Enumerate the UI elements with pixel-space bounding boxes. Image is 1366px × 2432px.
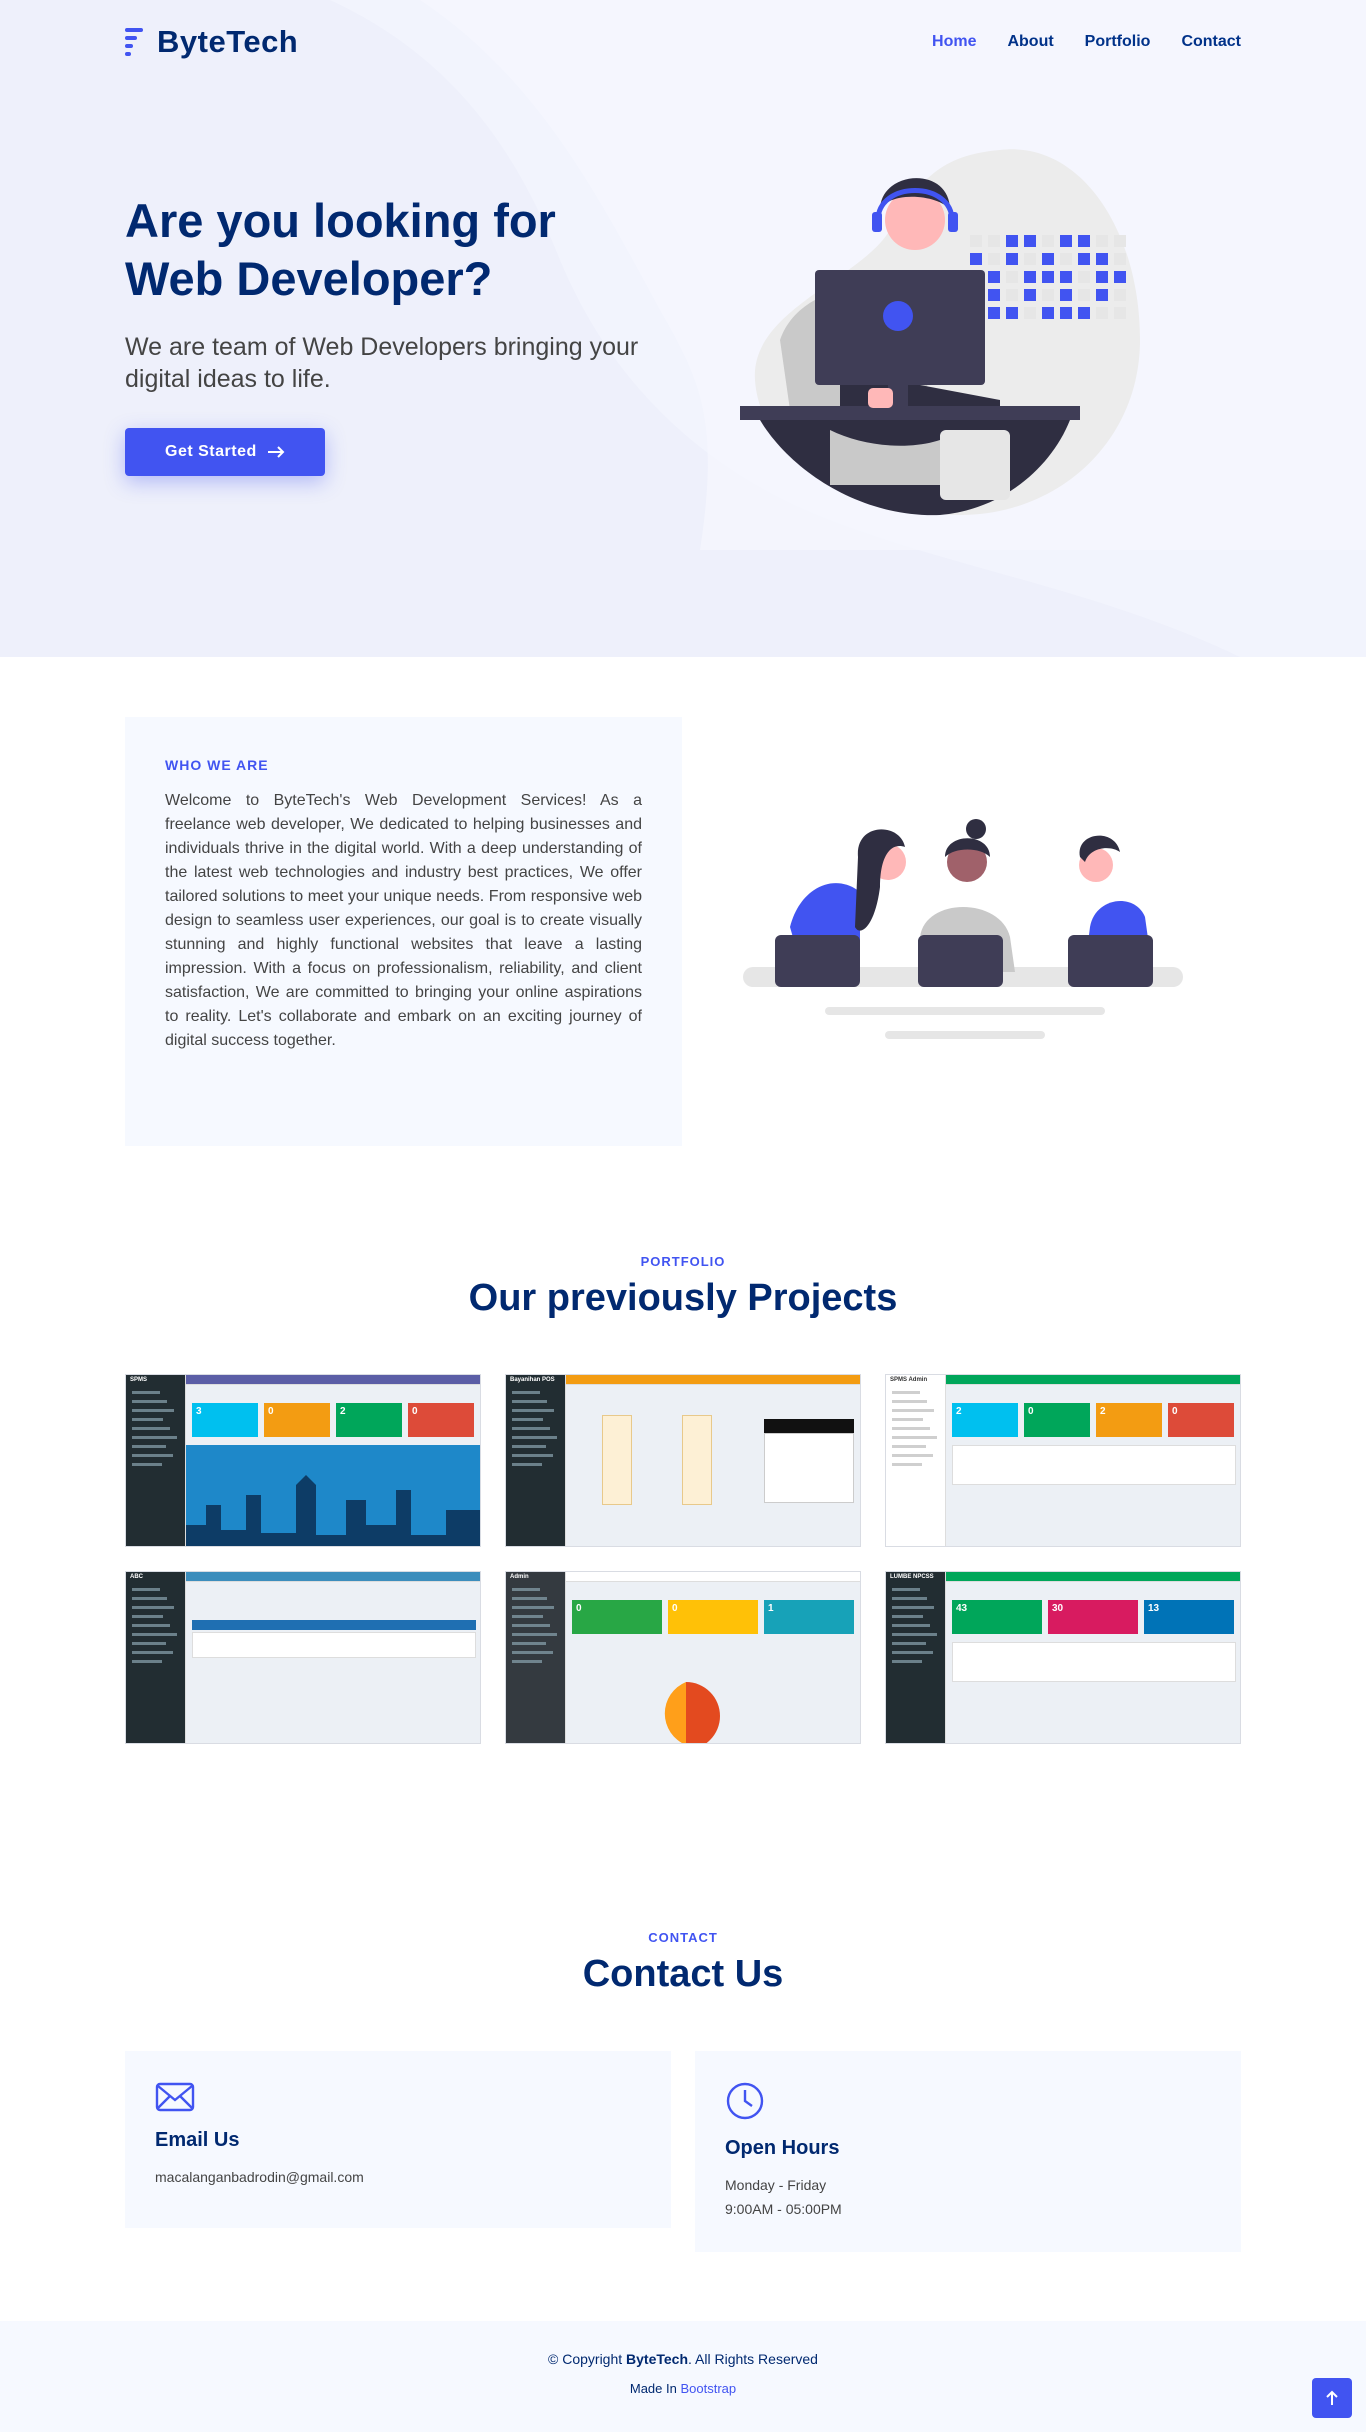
hours-days: Monday - Friday [725, 2177, 827, 2193]
portfolio-item[interactable]: Bayanihan POS [505, 1374, 861, 1547]
project-sidebar-title: Bayanihan POS [510, 1377, 555, 1383]
arrow-right-icon [267, 445, 285, 458]
brand-logo[interactable]: ByteTech [125, 24, 298, 60]
portfolio-item[interactable]: SPMS 3 0 2 0 [125, 1374, 481, 1547]
email-address[interactable]: macalanganbadrodin@gmail.com [155, 2166, 641, 2190]
portfolio-grid: SPMS 3 0 2 0 Bayanihan POS SPMS Admin 2 0 2 0 ABC Ad… [125, 1374, 1241, 1744]
get-started-button[interactable]: Get Started [125, 427, 325, 476]
envelope-icon [155, 2082, 195, 2112]
about-section: WHO WE ARE Welcome to ByteTech's Web Dev… [0, 657, 1366, 1187]
stat-card: 0 [572, 1600, 662, 1634]
project-sidebar-title: Admin [510, 1574, 529, 1580]
portfolio-header: PORTFOLIO Our previously Projects [0, 1187, 1366, 1320]
stat-card: 0 [408, 1403, 474, 1437]
nav-home[interactable]: Home [932, 33, 976, 51]
stat-card: 0 [668, 1600, 758, 1634]
made-in: Made In Bootstrap [629, 2381, 737, 2396]
nav-contact[interactable]: Contact [1181, 33, 1241, 51]
stat-card: 30 [1048, 1600, 1138, 1634]
stat-card: 0 [264, 1403, 330, 1437]
bars-logo-icon [125, 28, 147, 56]
stat-card: 13 [1144, 1600, 1234, 1634]
email-card: Email Us macalanganbadrodin@gmail.com [125, 2051, 671, 2228]
about-text: Welcome to ByteTech's Web Development Se… [165, 792, 642, 1049]
brand-name: ByteTech [157, 24, 299, 59]
portfolio-item[interactable]: LUMBE NPCSS 43 30 13 [885, 1571, 1241, 1744]
hero-section: Are you looking for Web Developer? We are… [0, 0, 1366, 657]
project-sidebar-title: SPMS [130, 1377, 148, 1383]
hero-title: Are you looking for Web Developer? [125, 194, 556, 306]
stat-card: 0 [1024, 1403, 1090, 1437]
hero-text: Are you looking for Web Developer? We are… [125, 192, 685, 476]
stat-card: 3 [192, 1403, 258, 1437]
stat-card: 43 [952, 1600, 1042, 1634]
main-nav: Home About Portfolio Contact [932, 33, 1241, 51]
copyright: © Copyright ByteTech. All Rights Reserve… [548, 2351, 818, 2367]
stat-card: 2 [1096, 1403, 1162, 1437]
contact-header: CONTACT Contact Us [0, 1867, 1366, 1996]
about-tag: WHO WE ARE [165, 757, 269, 773]
stat-card: 2 [952, 1403, 1018, 1437]
clock-icon [726, 2082, 764, 2120]
site-footer: © Copyright ByteTech. All Rights Reserve… [0, 2321, 1366, 2432]
contact-section: CONTACT Contact Us Email Us macalanganba… [0, 1867, 1366, 2321]
project-sidebar-title: SPMS Admin [890, 1377, 928, 1383]
stat-card: 1 [764, 1600, 854, 1634]
hours-time: 9:00AM - 05:00PM [725, 2200, 842, 2217]
portfolio-item[interactable]: Admin 0 0 1 [505, 1571, 861, 1744]
project-sidebar-title: LUMBE NPCSS [890, 1574, 934, 1580]
portfolio-section: PORTFOLIO Our previously Projects SPMS 3 0… [0, 1187, 1366, 1867]
hero-subtitle: We are team of Web Developers bringing y… [125, 332, 639, 394]
portfolio-tag: PORTFOLIO [640, 1254, 726, 1269]
stat-card: 0 [1168, 1403, 1234, 1437]
bootstrap-link[interactable]: Bootstrap [680, 2381, 736, 2396]
site-header: ByteTech Home About Portfolio Contact [0, 0, 1366, 84]
city-skyline-image [186, 1445, 480, 1546]
contact-title: Contact Us [582, 1953, 784, 1995]
pie-chart-image [664, 1682, 720, 1743]
developer-illustration [740, 149, 1140, 516]
hours-card: Open Hours Monday - Friday 9:00AM - 05:00… [695, 2051, 1241, 2252]
back-to-top-button[interactable] [1312, 2378, 1352, 2418]
hours-text: Monday - Friday 9:00AM - 05:00PM [725, 2174, 1211, 2222]
hours-title: Open Hours [725, 2137, 840, 2159]
nav-about[interactable]: About [1007, 33, 1053, 51]
get-started-label: Get Started [165, 442, 257, 460]
project-sidebar-title: ABC [130, 1574, 143, 1580]
email-title: Email Us [155, 2129, 240, 2151]
portfolio-item[interactable]: SPMS Admin 2 0 2 0 [885, 1374, 1241, 1547]
about-content-box: WHO WE ARE Welcome to ByteTech's Web Dev… [125, 717, 682, 1146]
portfolio-title: Our previously Projects [468, 1277, 898, 1319]
portfolio-item[interactable]: ABC [125, 1571, 481, 1744]
stat-card: 2 [336, 1403, 402, 1437]
arrow-up-icon [1326, 2390, 1338, 2405]
nav-portfolio[interactable]: Portfolio [1085, 33, 1151, 51]
team-illustration [743, 819, 1183, 1039]
contact-tag: CONTACT [648, 1930, 718, 1945]
